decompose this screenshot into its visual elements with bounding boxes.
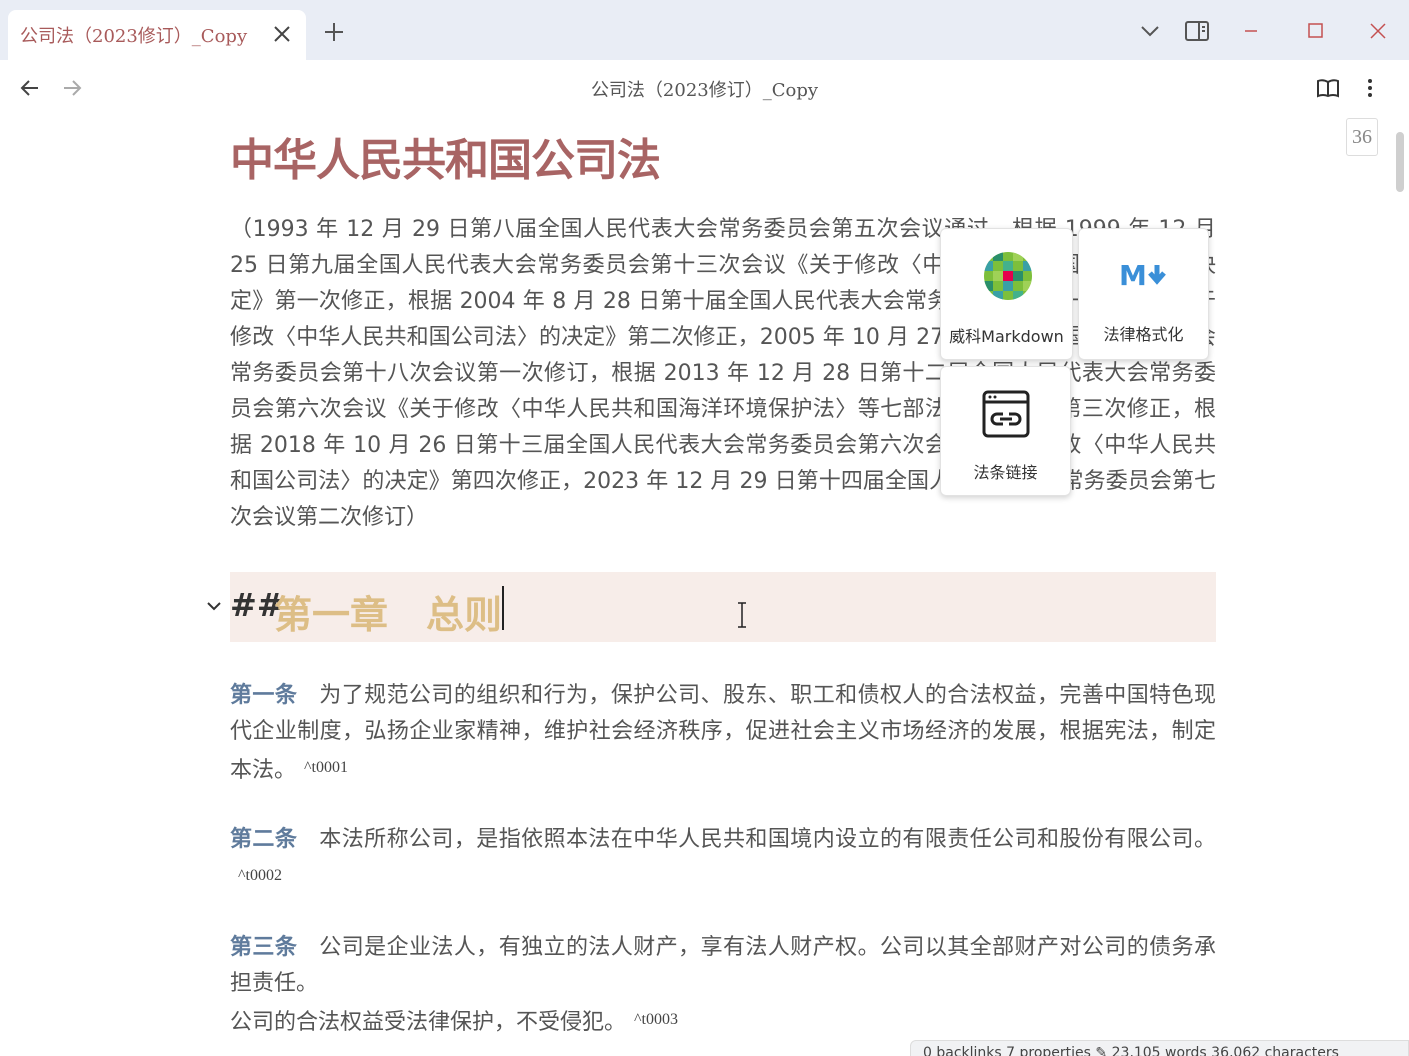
status-bar: 0 backlinks 7 properties ✎ 23,105 words …	[910, 1040, 1409, 1056]
article-text: 公司是企业法人，有独立的法人财产，享有法人财产权。公司以其全部财产对公司的债务承…	[230, 935, 1216, 996]
article-label: 第一条	[230, 683, 298, 708]
article-text-paragraph-2: 公司的合法权益受法律保护，不受侵犯。	[230, 1010, 627, 1035]
close-icon[interactable]	[270, 22, 294, 46]
tab-bar: 公司法（2023修订）_Copy	[0, 0, 1409, 60]
article-text: 为了规范公司的组织和行为，保护公司、股东、职工和债权人的合法权益，完善中国特色现…	[230, 683, 1216, 783]
minimize-icon[interactable]	[1238, 18, 1264, 44]
svg-text:M: M	[1119, 261, 1147, 291]
scrollbar[interactable]	[1396, 132, 1404, 192]
text-cursor	[502, 586, 504, 630]
book-open-icon[interactable]	[1316, 76, 1340, 100]
document-title: 中华人民共和国公司法	[230, 136, 661, 185]
plugin-article-link-button[interactable]: 法条链接	[940, 366, 1071, 496]
plus-icon[interactable]	[322, 20, 346, 44]
tab-active[interactable]: 公司法（2023修订）_Copy	[8, 10, 306, 60]
article-label: 第三条	[230, 935, 298, 960]
wolters-kluwer-logo-icon	[984, 252, 1032, 300]
block-reference: ^t0002	[238, 867, 282, 884]
plugin-label: 威科Markdown	[949, 327, 1064, 346]
article-1: 第一条 为了规范公司的组织和行为，保护公司、股东、职工和债权人的合法权益，完善中国…	[230, 678, 1216, 789]
ibeam-cursor-icon	[738, 602, 746, 628]
article-text: 本法所称公司，是指依照本法在中华人民共和国境内设立的有限责任公司和股份有限公司。	[319, 827, 1216, 852]
close-window-icon[interactable]	[1365, 18, 1391, 44]
maximize-icon[interactable]	[1302, 18, 1328, 44]
plugin-label: 法律格式化	[1103, 325, 1184, 344]
sidebar-icon[interactable]	[1184, 18, 1210, 44]
tab-title: 公司法（2023修订）_Copy	[20, 26, 248, 47]
more-vertical-icon[interactable]	[1358, 76, 1382, 100]
link-window-icon	[982, 390, 1030, 438]
markdown-icon: M	[1119, 261, 1166, 291]
plugin-label: 法条链接	[973, 463, 1038, 482]
article-label: 第二条	[230, 827, 298, 852]
chapter-heading[interactable]: ## 第一章 总则	[207, 572, 1216, 642]
nav-bar: 公司法（2023修订）_Copy	[0, 60, 1409, 116]
plugin-wolters-markdown-button[interactable]: 威科Markdown	[940, 228, 1073, 360]
block-reference: ^t0003	[634, 1011, 678, 1028]
page-indicator[interactable]: 36	[1346, 118, 1378, 156]
article-3: 第三条 公司是企业法人，有独立的法人财产，享有法人财产权。公司以其全部财产对公司的…	[230, 930, 1216, 1041]
chevron-down-icon[interactable]	[204, 596, 224, 616]
note-title[interactable]: 公司法（2023修订）_Copy	[0, 76, 1409, 102]
heading-text: 第一章 总则	[274, 593, 503, 637]
block-reference: ^t0001	[304, 759, 348, 776]
article-2: 第二条 本法所称公司，是指依照本法在中华人民共和国境内设立的有限责任公司和股份有限…	[230, 822, 1216, 897]
chevron-down-icon[interactable]	[1137, 18, 1163, 44]
plugin-legal-format-button[interactable]: M 法律格式化	[1078, 228, 1209, 360]
